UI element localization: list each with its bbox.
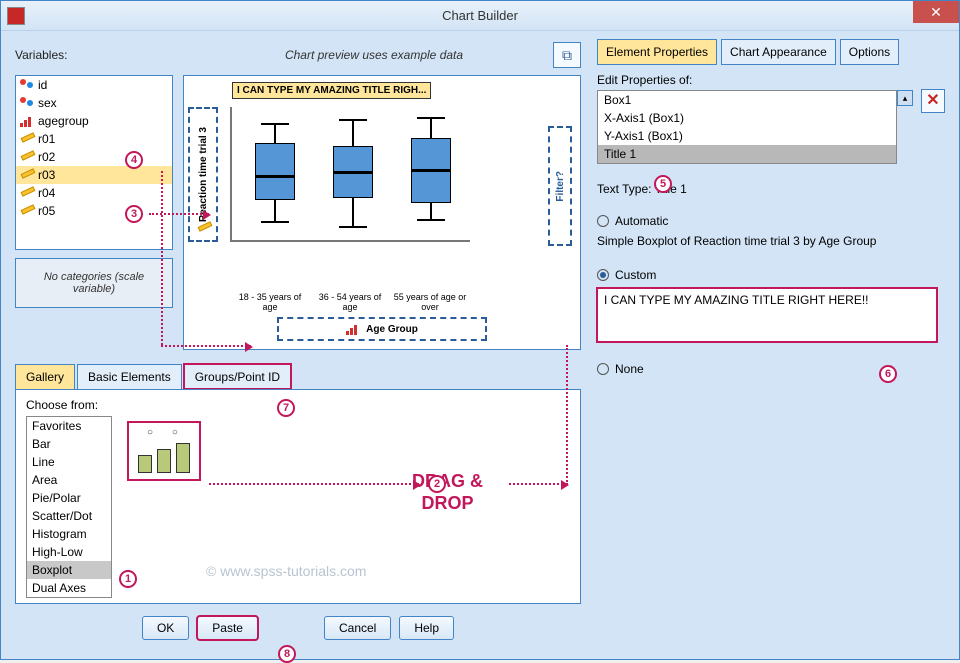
chart-type-boxplot[interactable]: Boxplot — [27, 561, 111, 579]
variable-r03[interactable]: r03 — [16, 166, 172, 184]
scale-icon — [20, 205, 34, 217]
variable-r02[interactable]: r02 — [16, 148, 172, 166]
ordinal-icon — [20, 115, 34, 127]
y-axis-label: Reaction time trial 3 — [198, 127, 209, 222]
chart-type-pie-polar[interactable]: Pie/Polar — [27, 489, 111, 507]
chart-title[interactable]: I CAN TYPE MY AMAZING TITLE RIGH... — [232, 82, 431, 99]
annotation-arrow — [149, 213, 209, 215]
chart-type-list[interactable]: FavoritesBarLineAreaPie/PolarScatter/Dot… — [26, 416, 112, 598]
radio-automatic[interactable]: Automatic — [597, 214, 949, 228]
chart-type-high-low[interactable]: High-Low — [27, 543, 111, 561]
scale-icon — [20, 151, 34, 163]
text-type-label: Text Type: Title 1 — [597, 182, 949, 196]
callout-2: 2 — [428, 475, 446, 493]
callout-7: 7 — [277, 399, 295, 417]
variable-id[interactable]: id — [16, 76, 172, 94]
filter-dropzone[interactable]: Filter? — [548, 126, 572, 246]
chart-preview[interactable]: I CAN TYPE MY AMAZING TITLE RIGH... Reac… — [183, 75, 581, 350]
dialog-buttons: OK Paste Cancel Help — [15, 616, 581, 640]
no-categories-box: No categories (scale variable) — [15, 258, 173, 308]
callout-3: 3 — [125, 205, 143, 223]
chart-type-favorites[interactable]: Favorites — [27, 417, 111, 435]
variable-r04[interactable]: r04 — [16, 184, 172, 202]
tab-element-properties[interactable]: Element Properties — [597, 39, 717, 65]
help-button[interactable]: Help — [399, 616, 454, 640]
annotation-line — [161, 171, 163, 345]
radio-custom[interactable]: Custom — [597, 268, 949, 282]
radio-icon — [597, 269, 609, 281]
window-title: Chart Builder — [442, 8, 518, 23]
scale-icon — [20, 187, 34, 199]
nominal-icon — [20, 79, 34, 91]
chart-builder-window: Chart Builder ✕ Variables: Chart preview… — [0, 0, 960, 660]
close-button[interactable]: ✕ — [913, 1, 959, 23]
scale-icon — [197, 222, 211, 234]
scroll-up-icon[interactable]: ▴ — [897, 90, 913, 106]
x-axis-label: Age Group — [366, 324, 418, 335]
app-icon — [7, 7, 25, 25]
callout-8: 8 — [278, 645, 296, 663]
delete-button[interactable]: ✕ — [921, 89, 945, 113]
scale-icon — [20, 169, 34, 181]
chart-type-scatter-dot[interactable]: Scatter/Dot — [27, 507, 111, 525]
variables-list[interactable]: idsexagegroupr01r02r03r04r05 — [15, 75, 173, 250]
edit-properties-label: Edit Properties of: — [597, 73, 949, 87]
tab-chart-appearance[interactable]: Chart Appearance — [721, 39, 836, 65]
titlebar: Chart Builder ✕ — [1, 1, 959, 31]
variable-r05[interactable]: r05 — [16, 202, 172, 220]
chart-type-histogram[interactable]: Histogram — [27, 525, 111, 543]
callout-5: 5 — [654, 175, 672, 193]
gallery-tabs: Gallery Basic Elements Groups/Point ID — [15, 364, 581, 389]
y-axis-dropzone[interactable]: Reaction time trial 3 — [188, 107, 218, 242]
tab-basic-elements[interactable]: Basic Elements — [77, 364, 182, 389]
tab-gallery[interactable]: Gallery — [15, 364, 75, 389]
chart-type-dual-axes[interactable]: Dual Axes — [27, 579, 111, 597]
callout-1: 1 — [119, 570, 137, 588]
chart-type-area[interactable]: Area — [27, 471, 111, 489]
scale-icon — [20, 133, 34, 145]
x-axis-dropzone[interactable]: Age Group — [277, 317, 487, 341]
prop-item[interactable]: X-Axis1 (Box1) — [598, 109, 896, 127]
annotation-line — [566, 345, 568, 485]
tab-groups-point-id[interactable]: Groups/Point ID — [184, 364, 291, 389]
preview-label: Chart preview uses example data — [195, 48, 553, 62]
variables-label: Variables: — [15, 48, 195, 62]
boxplot-area — [230, 107, 470, 242]
ok-button[interactable]: OK — [142, 616, 189, 640]
drag-drop-annotation: DRAG &DROP — [412, 471, 483, 514]
variable-r01[interactable]: r01 — [16, 130, 172, 148]
right-tabs: Element Properties Chart Appearance Opti… — [597, 39, 949, 65]
callout-4: 4 — [125, 151, 143, 169]
variable-sex[interactable]: sex — [16, 94, 172, 112]
chart-type-bar[interactable]: Bar — [27, 435, 111, 453]
tab-options[interactable]: Options — [840, 39, 899, 65]
prop-item[interactable]: Title 1 — [598, 145, 896, 163]
paste-button[interactable]: Paste — [197, 616, 258, 640]
cancel-button[interactable]: Cancel — [324, 616, 391, 640]
annotation-line — [509, 483, 567, 485]
nominal-icon — [20, 97, 34, 109]
properties-list[interactable]: Box1X-Axis1 (Box1)Y-Axis1 (Box1)Title 1 — [597, 90, 897, 164]
custom-title-input[interactable]: I CAN TYPE MY AMAZING TITLE RIGHT HERE!! — [597, 288, 937, 342]
prop-item[interactable]: Box1 — [598, 91, 896, 109]
radio-icon — [597, 215, 609, 227]
x-tick-labels: 18 - 35 years of age36 - 54 years of age… — [230, 292, 470, 312]
boxplot-thumbnail[interactable] — [128, 422, 200, 480]
radio-icon — [597, 363, 609, 375]
callout-6: 6 — [879, 365, 897, 383]
popout-icon[interactable]: ⧉ — [553, 42, 581, 68]
annotation-arrow — [161, 345, 251, 347]
watermark: © www.spss-tutorials.com — [206, 563, 366, 579]
choose-from-label: Choose from: — [26, 398, 570, 412]
prop-item[interactable]: Y-Axis1 (Box1) — [598, 127, 896, 145]
chart-type-line[interactable]: Line — [27, 453, 111, 471]
automatic-title-text: Simple Boxplot of Reaction time trial 3 … — [597, 234, 949, 248]
ordinal-icon — [346, 323, 360, 335]
gallery-panel: Choose from: FavoritesBarLineAreaPie/Pol… — [15, 389, 581, 604]
variable-agegroup[interactable]: agegroup — [16, 112, 172, 130]
annotation-line — [209, 483, 419, 485]
